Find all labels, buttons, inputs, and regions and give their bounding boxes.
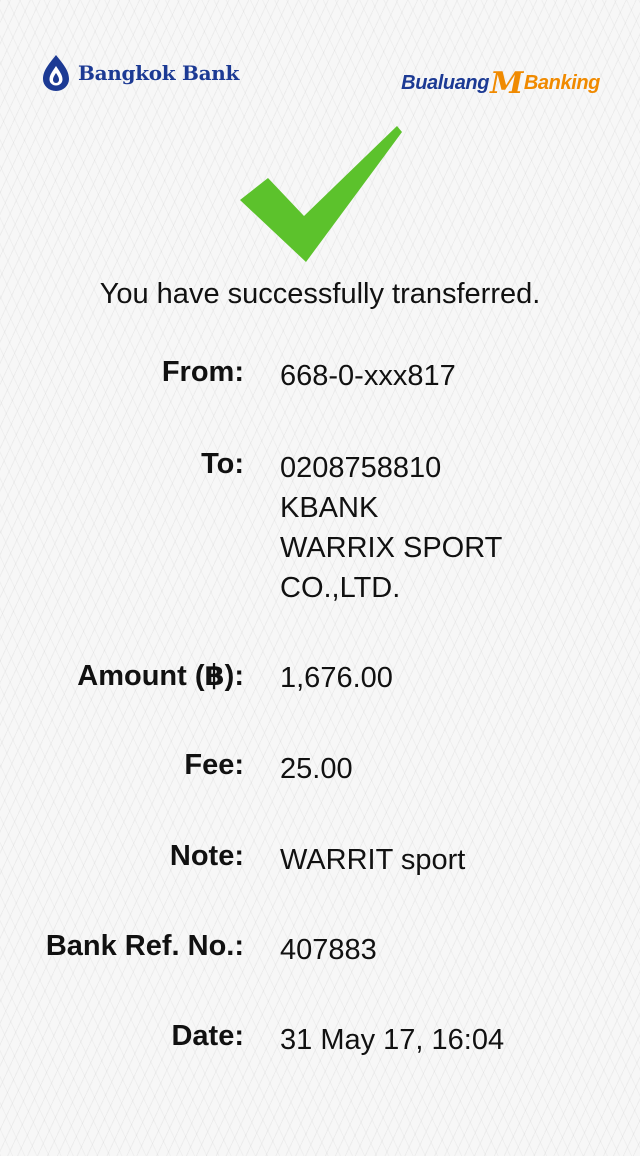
from-value: 668-0-xxx817 (280, 360, 456, 392)
app-name-part2: Banking (523, 72, 601, 94)
fee-label: Fee: (184, 749, 244, 781)
checkmark-icon (240, 126, 402, 262)
fee-value: 25.00 (280, 753, 353, 785)
to-bank: KBANK (280, 492, 379, 524)
success-message: You have successfully transferred. (99, 278, 541, 310)
date-label: Date: (171, 1020, 244, 1052)
bank-name: Bangkok Bank (78, 61, 240, 85)
to-account: 0208758810 (280, 452, 442, 484)
to-value: 0208758810 KBANK WARRIX SPORT CO.,LTD. (280, 448, 502, 608)
amount-label: Amount (฿): (77, 660, 244, 692)
date-value: 31 May 17, 16:04 (280, 1024, 505, 1056)
note-value: WARRIT sport (280, 844, 466, 876)
to-label: To: (201, 448, 244, 480)
note-label: Note: (169, 840, 244, 872)
bangkok-bank-logo: Bangkok Bank (40, 54, 239, 92)
from-label: From: (161, 356, 244, 388)
ref-value: 407883 (280, 934, 377, 966)
ref-label: Bank Ref. No.: (45, 930, 244, 962)
amount-value: 1,676.00 (280, 662, 393, 694)
to-name-line2: CO.,LTD. (280, 572, 401, 604)
lotus-icon (43, 55, 69, 91)
app-name-mark: M (490, 66, 523, 101)
app-name-part1: Bualuang (401, 72, 490, 94)
to-name-line1: WARRIX SPORT (280, 532, 503, 564)
header: Bangkok Bank Bualuang M Banking (40, 50, 600, 101)
bualuang-mbanking-logo: Bualuang M Banking (401, 66, 600, 101)
